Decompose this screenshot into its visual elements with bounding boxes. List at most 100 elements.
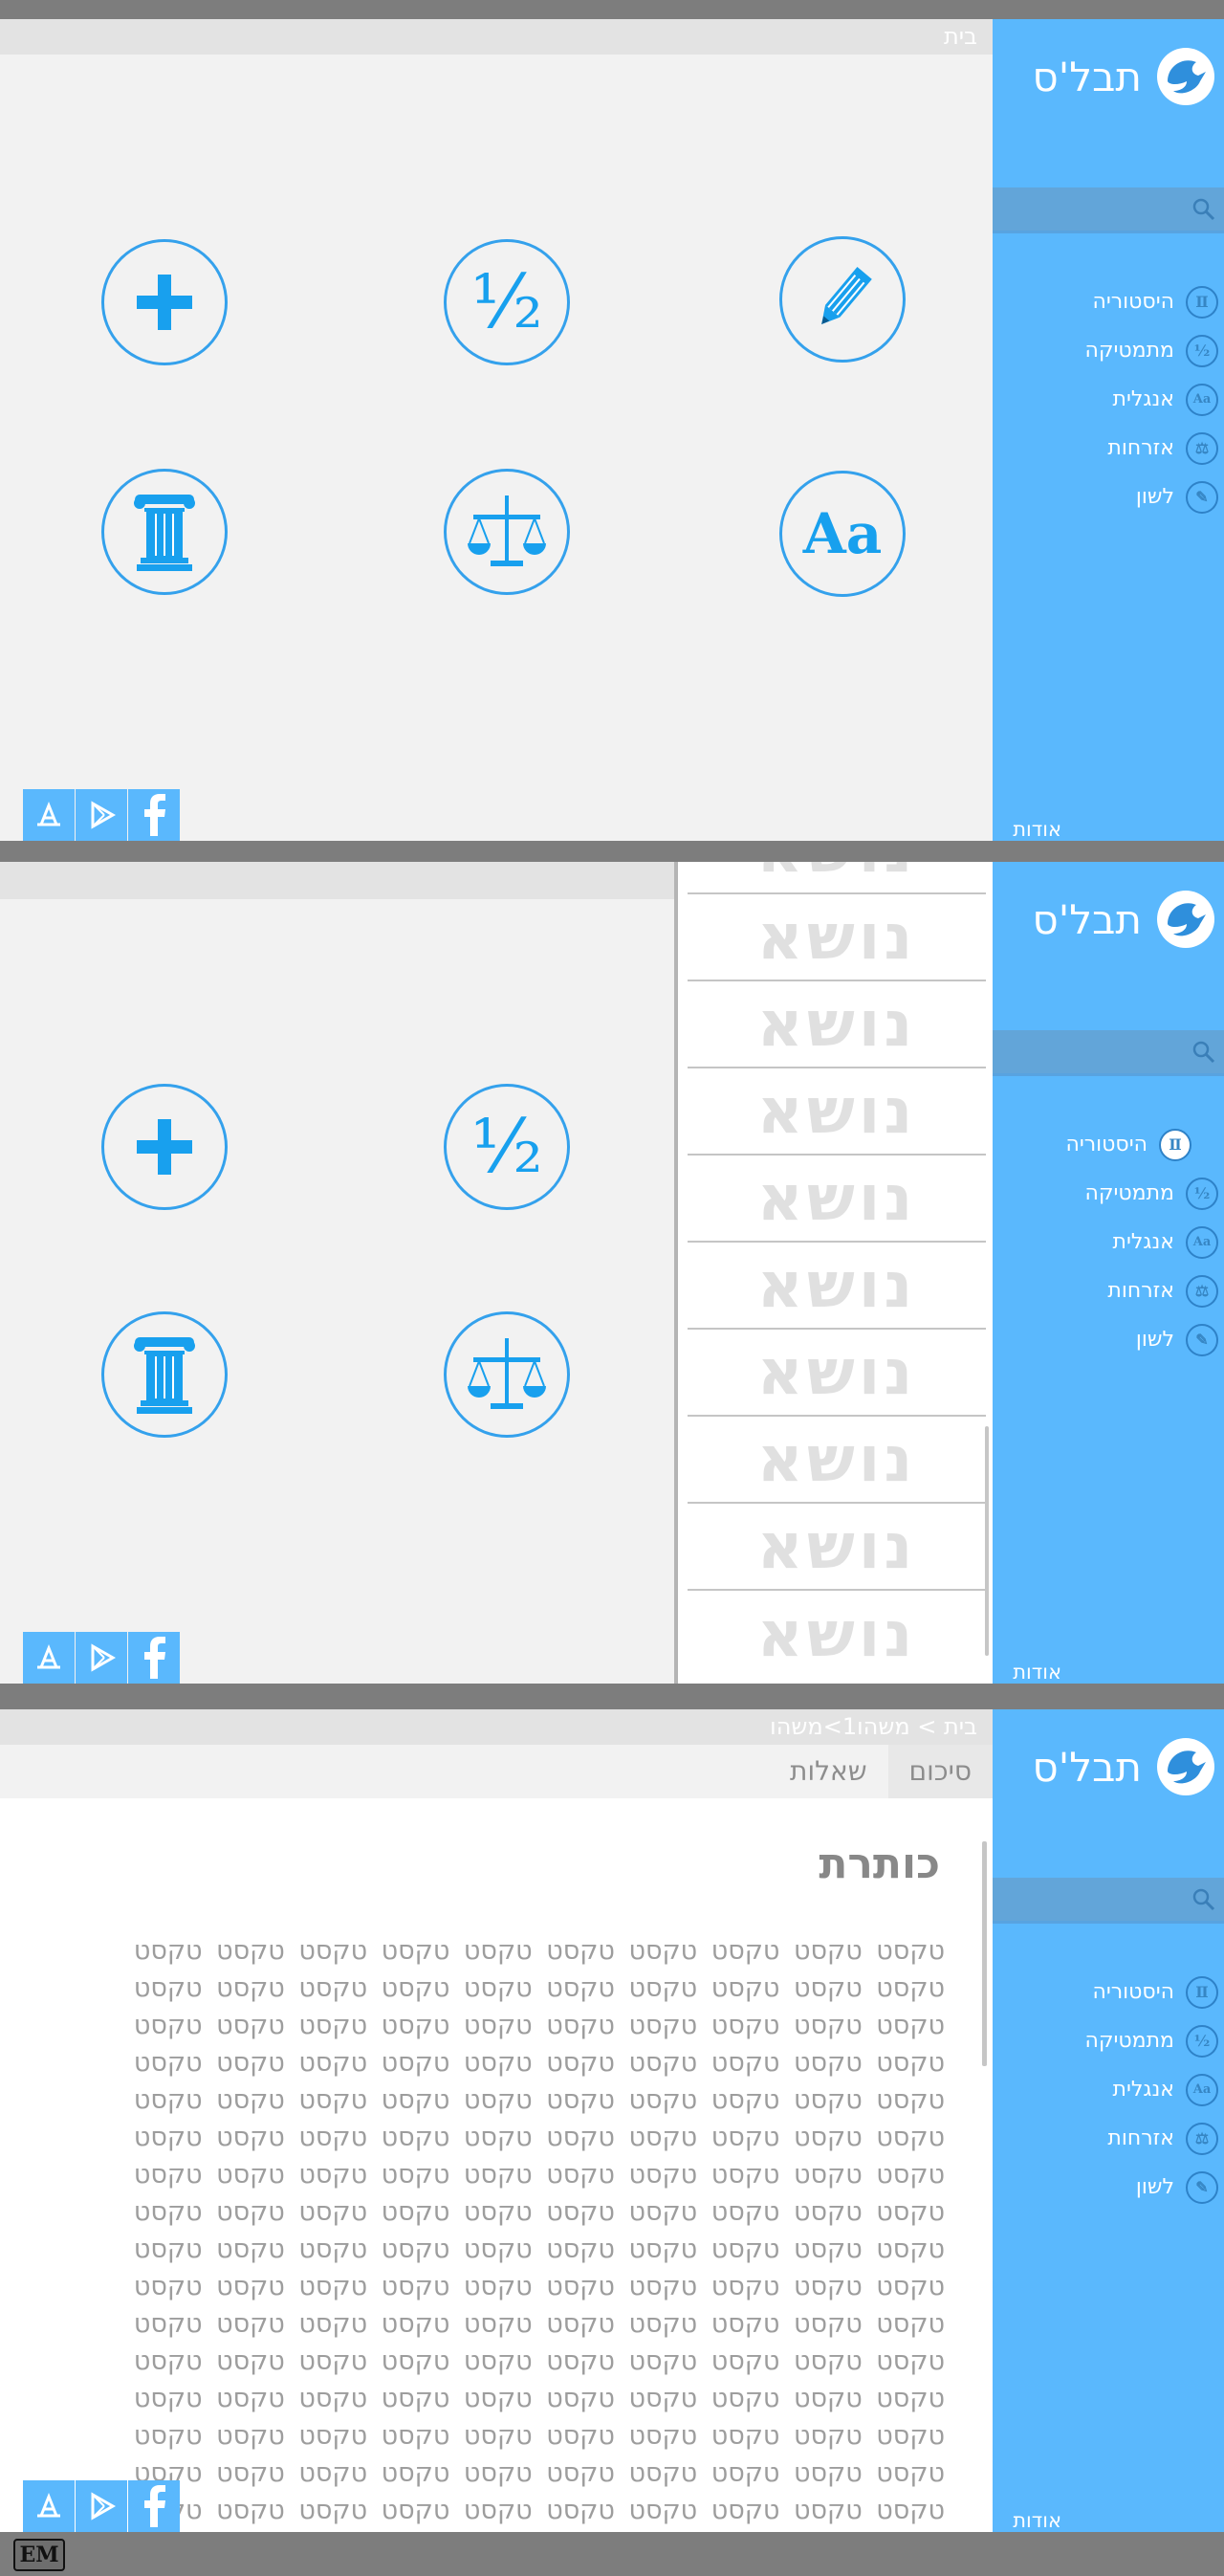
- logo[interactable]: תבל'ס: [1032, 889, 1214, 950]
- logo-text: תבל'ס: [1032, 895, 1142, 943]
- sidebar-item-label: היסטוריה: [1092, 290, 1174, 314]
- about-link[interactable]: אודות: [1013, 818, 1061, 841]
- half-icon: ½: [1186, 1177, 1218, 1210]
- sidebar-item-history[interactable]: היסטוריה Ⅱ: [993, 1968, 1218, 2016]
- scale-icon: [468, 1338, 546, 1409]
- google-play-icon: [91, 2492, 116, 2521]
- sidebar-item-english[interactable]: אנגלית Aa: [993, 2065, 1218, 2114]
- scale-icon: [468, 495, 546, 566]
- half-icon: ½: [1186, 2024, 1218, 2058]
- logo[interactable]: תבל'ס: [1032, 46, 1214, 107]
- logo-text: תבל'ס: [1032, 53, 1142, 100]
- bird-logo-icon: [1157, 48, 1214, 105]
- google-play-button[interactable]: [76, 789, 127, 841]
- search-bar[interactable]: [993, 1878, 1224, 1924]
- sidebar-item-math[interactable]: מתמטיקה ½: [993, 326, 1218, 375]
- list-item[interactable]: נושא: [688, 1068, 986, 1156]
- logo-text: תבל'ס: [1032, 1743, 1142, 1791]
- sidebar-item-label: לשון: [1135, 485, 1174, 509]
- pencil-icon: ✎: [1186, 480, 1218, 514]
- list-scrollbar[interactable]: [985, 1426, 989, 1656]
- sidebar-item-language[interactable]: לשון ✎: [993, 2163, 1218, 2212]
- logo[interactable]: תבל'ס: [1032, 1736, 1214, 1797]
- tile-add[interactable]: [101, 239, 228, 365]
- list-item[interactable]: נושא: [688, 1417, 986, 1504]
- tab-summary[interactable]: סיכום: [887, 1745, 993, 1798]
- sidebar-item-label: היסטוריה: [1092, 1980, 1174, 2004]
- facebook-icon: [144, 1637, 165, 1679]
- tile-math[interactable]: ½: [444, 1084, 570, 1210]
- breadcrumb[interactable]: בית: [944, 23, 977, 50]
- sidebar-item-civics[interactable]: אזרחות ⚖: [993, 2114, 1218, 2163]
- pencil-icon: ✎: [1186, 2170, 1218, 2204]
- column-icon: Ⅱ: [1159, 1128, 1191, 1161]
- sidebar-item-language[interactable]: לשון ✎: [993, 473, 1218, 521]
- sidebar-item-label: מתמטיקה: [1084, 339, 1174, 363]
- list-item[interactable]: נושא: [688, 862, 986, 894]
- tile-history[interactable]: [101, 1311, 228, 1438]
- column-icon: [134, 495, 195, 571]
- sidebar-item-label: אזרחות: [1107, 436, 1174, 460]
- app-store-icon: [37, 2492, 60, 2518]
- sidebar-item-math[interactable]: מתמטיקה ½: [993, 1169, 1218, 1218]
- app-store-button[interactable]: [23, 789, 75, 841]
- facebook-button[interactable]: [128, 1632, 180, 1684]
- main-panel: בית ½ Aa: [0, 19, 993, 841]
- topic-list[interactable]: נושא נושא נושא נושא נושא נושא נושא נושא …: [674, 862, 993, 1684]
- tile-math[interactable]: ½: [444, 239, 570, 365]
- tile-language[interactable]: [779, 236, 906, 363]
- sidebar-item-english[interactable]: אנגלית Aa: [993, 1218, 1218, 1266]
- tile-civics[interactable]: [444, 469, 570, 595]
- breadcrumb-bar: בית > משהו1>משהו: [0, 1709, 993, 1745]
- app-store-button[interactable]: [23, 1632, 75, 1684]
- tile-english[interactable]: Aa: [779, 471, 906, 597]
- list-item[interactable]: נושא: [688, 981, 986, 1068]
- google-play-button[interactable]: [76, 1632, 127, 1684]
- search-icon: [1192, 1041, 1215, 1064]
- app-store-button[interactable]: [23, 2480, 75, 2532]
- about-link[interactable]: אודות: [1013, 1661, 1061, 1684]
- search-icon: [1192, 198, 1215, 221]
- sidebar-item-label: מתמטיקה: [1084, 1181, 1174, 1205]
- sidebar-item-civics[interactable]: אזרחות ⚖: [993, 424, 1218, 473]
- about-link[interactable]: אודות: [1013, 2509, 1061, 2532]
- sidebar: תבל'ס היסטוריה Ⅱ מתמטיקה ½ אנגלית Aa אזר…: [993, 19, 1224, 841]
- sidebar-item-label: אנגלית: [1112, 387, 1174, 411]
- sidebar-item-civics[interactable]: אזרחות ⚖: [993, 1266, 1218, 1315]
- breadcrumb[interactable]: בית > משהו1>משהו: [770, 1713, 977, 1740]
- search-bar[interactable]: [993, 187, 1224, 233]
- tab-questions[interactable]: שאלות: [769, 1745, 888, 1798]
- facebook-button[interactable]: [128, 2480, 180, 2532]
- page-title: כותרת: [819, 1839, 940, 1888]
- sidebar-item-history[interactable]: היסטוריה Ⅱ: [993, 277, 1218, 326]
- home-screen: בית ½ Aa תבל'ס היסטוריה Ⅱ מתמטיקה ½ אנגל…: [0, 19, 1224, 841]
- content-scrollbar[interactable]: [982, 1841, 987, 2066]
- column-icon: [134, 1337, 195, 1414]
- list-item[interactable]: נושא: [688, 1591, 986, 1678]
- sidebar-item-language[interactable]: לשון ✎: [993, 1315, 1218, 1364]
- tile-history[interactable]: [101, 469, 228, 595]
- plus-icon: [137, 1119, 192, 1175]
- list-item[interactable]: נושא: [688, 1156, 986, 1243]
- facebook-icon: [144, 2485, 165, 2527]
- scale-icon: ⚖: [1186, 1274, 1218, 1308]
- search-icon: [1192, 1888, 1215, 1911]
- list-item[interactable]: נושא: [688, 1504, 986, 1591]
- search-bar[interactable]: [993, 1030, 1224, 1076]
- tile-add[interactable]: [101, 1084, 228, 1210]
- app-store-icon: [37, 1643, 60, 1669]
- subject-nav: היסטוריה Ⅱ מתמטיקה ½ אנגלית Aa אזרחות ⚖ …: [993, 1968, 1218, 2212]
- sidebar-item-math[interactable]: מתמטיקה ½: [993, 2016, 1218, 2065]
- list-item[interactable]: נושא: [688, 894, 986, 981]
- sidebar-item-english[interactable]: אנגלית Aa: [993, 375, 1218, 424]
- list-item[interactable]: נושא: [688, 1243, 986, 1330]
- sidebar-item-history[interactable]: היסטוריה Ⅱ: [993, 1120, 1218, 1169]
- google-play-button[interactable]: [76, 2480, 127, 2532]
- subject-nav: היסטוריה Ⅱ מתמטיקה ½ אנגלית Aa אזרחות ⚖ …: [993, 277, 1218, 521]
- aa-icon: Aa: [1186, 2073, 1218, 2106]
- list-item[interactable]: נושא: [688, 1330, 986, 1417]
- aa-icon: Aa: [1186, 383, 1218, 416]
- facebook-button[interactable]: [128, 789, 180, 841]
- tile-civics[interactable]: [444, 1311, 570, 1438]
- store-links: [23, 2480, 180, 2532]
